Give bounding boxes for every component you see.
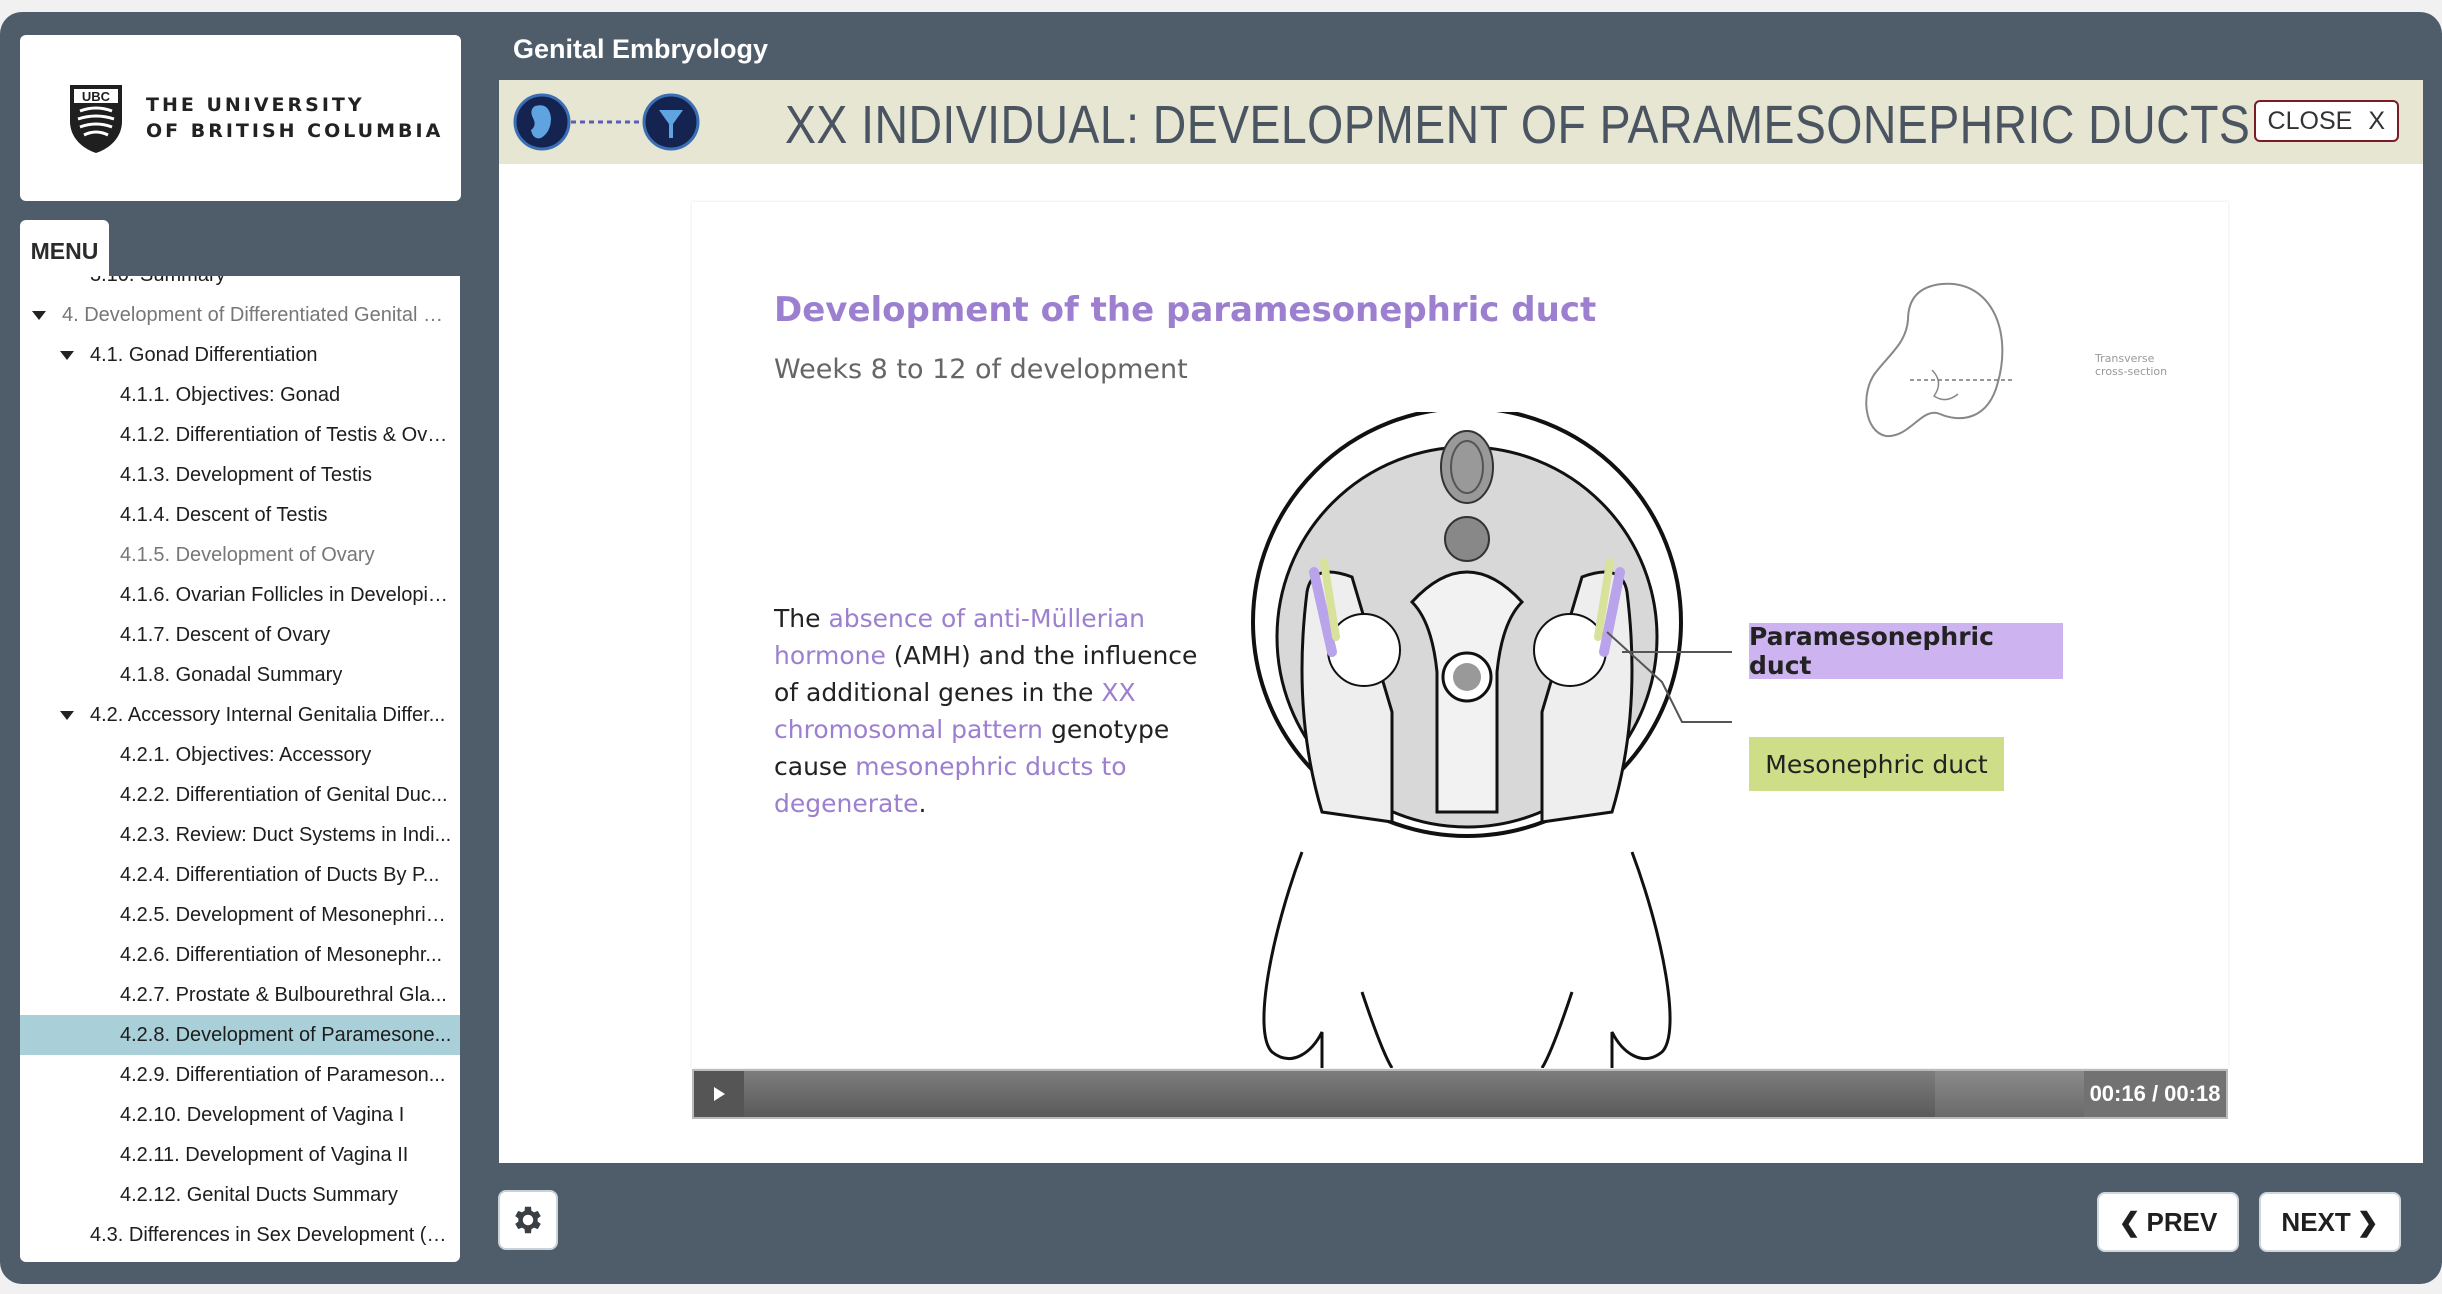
menu-item-label: 4.1.5. Development of Ovary (120, 543, 375, 566)
menu-item-label: 4.1.4. Descent of Testis (120, 503, 328, 526)
menu-item[interactable]: 4.2.5. Development of Mesonephric... (20, 895, 460, 935)
university-wordmark: THE UNIVERSITY OF BRITISH COLUMBIA (146, 92, 443, 144)
menu-item[interactable]: 4.2.7. Prostate & Bulbourethral Gla... (20, 975, 460, 1015)
menu-item[interactable]: 4.2.2. Differentiation of Genital Duc... (20, 775, 460, 815)
menu-item-label: 4.1.8. Gonadal Summary (120, 663, 343, 686)
course-title: Genital Embryology (513, 34, 769, 64)
menu-item[interactable]: 4.1.2. Differentiation of Testis & Ovary (20, 415, 460, 455)
label-paramesonephric-duct: Paramesonephric duct (1749, 622, 2063, 680)
menu-panel[interactable]: 3.10. Summary 4. Development of Different… (20, 276, 460, 1262)
menu-item[interactable]: 4. Development of Differentiated Genital… (20, 295, 460, 335)
menu-item[interactable]: 4.1.4. Descent of Testis (20, 495, 460, 535)
prev-button[interactable]: ❮ PREV (2097, 1192, 2239, 1252)
menu-item-label: 4.1.1. Objectives: Gonad (120, 383, 341, 406)
transverse-caption: Transverse cross-section (2095, 352, 2167, 378)
close-label: CLOSE (2267, 106, 2353, 135)
caption-line1: Transverse (2095, 352, 2155, 365)
menu-item[interactable]: 4.2.6. Differentiation of Mesonephr... (20, 935, 460, 975)
time-display: 00:16 / 00:18 (2089, 1081, 2221, 1106)
menu-item[interactable]: 4.1.5. Development of Ovary (20, 535, 460, 575)
slide: Development of the paramesonephric duct … (692, 202, 2228, 1068)
gear-icon (515, 1206, 541, 1234)
menu-item-label: 4.2.11. Development of Vagina II (120, 1143, 409, 1166)
university-line2: OF BRITISH COLUMBIA (146, 120, 444, 142)
seek-bar-progress (744, 1071, 1936, 1117)
menu-item[interactable]: 4.2.9. Differentiation of Parameson... (20, 1055, 460, 1095)
menu-item-label: 4.2.5. Development of Mesonephric... (120, 903, 452, 926)
menu-item[interactable]: 4.2.1. Objectives: Accessory (20, 735, 460, 775)
menu-item-label: 4.2.3. Review: Duct Systems in Indi... (120, 823, 452, 846)
paragraph-text: . (918, 789, 927, 818)
menu-item-label: 4.2.9. Differentiation of Parameson... (120, 1063, 446, 1086)
caret-down-icon[interactable] (60, 710, 74, 720)
menu-item-label: 4.2.6. Differentiation of Mesonephr... (120, 943, 443, 966)
seek-bar[interactable] (744, 1071, 2084, 1117)
prev-label: PREV (2146, 1206, 2218, 1237)
menu-list: 3.10. Summary 4. Development of Different… (20, 276, 460, 1255)
menu-item-label: 4.2.7. Prostate & Bulbourethral Gla... (120, 983, 447, 1006)
title-bar: XX INDIVIDUAL: DEVELOPMENT OF PARAMESONE… (499, 80, 2423, 164)
slide-paragraph: The absence of anti-Müllerian hormone (A… (774, 600, 1204, 822)
play-icon (714, 1087, 725, 1101)
caret-down-icon[interactable] (60, 350, 74, 360)
chevron-left-icon: ❮ (2118, 1206, 2141, 1237)
menu-item-label: 4.2.8. Development of Paramesone... (120, 1023, 452, 1046)
next-label: NEXT (2281, 1206, 2351, 1237)
menu-item[interactable]: 4.2.3. Review: Duct Systems in Indi... (20, 815, 460, 855)
menu-item[interactable]: 4.2.12. Genital Ducts Summary (20, 1175, 460, 1215)
menu-item-label: 4.3. Differences in Sex Development (D..… (90, 1223, 452, 1246)
menu-tab[interactable]: MENU (20, 220, 109, 278)
label-mesonephric-duct: Mesonephric duct (1749, 737, 2004, 791)
menu-item-label: 4.2.4. Differentiation of Ducts By P... (120, 863, 440, 886)
menu-item[interactable]: 4.1.3. Development of Testis (20, 455, 460, 495)
close-icon: X (2368, 106, 2385, 135)
menu-item-label: 4.2. Accessory Internal Genitalia Differ… (90, 703, 446, 726)
play-button[interactable] (694, 1071, 744, 1117)
menu-item-label: 4.1.2. Differentiation of Testis & Ovary (120, 423, 452, 446)
menu-item-label: 4.1.3. Development of Testis (120, 463, 372, 486)
menu-item[interactable]: 4.2.4. Differentiation of Ducts By P... (20, 855, 460, 895)
close-button[interactable]: CLOSE X (2253, 100, 2399, 142)
chevron-right-icon: ❯ (2356, 1206, 2379, 1237)
menu-item-label: 4.1.6. Ovarian Follicles in Developin... (120, 583, 452, 606)
menu-item[interactable]: 3.10. Summary (20, 276, 460, 295)
menu-item[interactable]: 4.1.1. Objectives: Gonad (20, 375, 460, 415)
slide-title: Development of the paramesonephric duct (774, 290, 1597, 330)
page-heading: XX INDIVIDUAL: DEVELOPMENT OF PARAMESONE… (785, 95, 2251, 155)
progress-icons (513, 93, 700, 151)
university-logo: UBC THE UNIVERSITY OF BRITISH COLUMBIA (20, 35, 461, 201)
settings-button[interactable] (498, 1190, 558, 1250)
menu-item[interactable]: 4.1. Gonad Differentiation (20, 335, 460, 375)
cross-section-illustration (1251, 412, 1732, 1068)
menu-item[interactable]: 4.2.8. Development of Paramesone... (20, 1015, 460, 1055)
next-button[interactable]: NEXT ❯ (2259, 1192, 2401, 1252)
university-line1: THE UNIVERSITY (146, 94, 365, 116)
menu-item-label: 3.10. Summary (90, 276, 226, 287)
slide-subtitle: Weeks 8 to 12 of development (774, 354, 1188, 385)
menu-item[interactable]: 4.2.11. Development of Vagina II (20, 1135, 460, 1175)
menu-item[interactable]: 4.1.8. Gonadal Summary (20, 655, 460, 695)
paragraph-text: The (774, 604, 829, 633)
menu-item-label: 4.2.12. Genital Ducts Summary (120, 1183, 398, 1206)
media-controls: 00:16 / 00:18 (692, 1069, 2228, 1119)
caption-line2: cross-section (2095, 365, 2168, 378)
menu-item-label: 4.2.10. Development of Vagina I (120, 1103, 405, 1126)
embryo-sketch (1865, 282, 2012, 438)
svg-text:UBC: UBC (82, 89, 111, 104)
menu-item[interactable]: 4.3. Differences in Sex Development (D..… (20, 1215, 460, 1255)
ubc-crest-icon: UBC (70, 85, 122, 153)
menu-item-label: 4.1.7. Descent of Ovary (120, 623, 331, 646)
menu-item[interactable]: 4.2.10. Development of Vagina I (20, 1095, 460, 1135)
menu-item-label: 4.2.1. Objectives: Accessory (120, 743, 372, 766)
content-area: Development of the paramesonephric duct … (499, 164, 2423, 1163)
caret-down-icon[interactable] (32, 310, 46, 320)
menu-item-label: 4.2.2. Differentiation of Genital Duc... (120, 783, 448, 806)
menu-item[interactable]: 4.2. Accessory Internal Genitalia Differ… (20, 695, 460, 735)
menu-item[interactable]: 4.1.7. Descent of Ovary (20, 615, 460, 655)
menu-item-label: 4.1. Gonad Differentiation (90, 343, 318, 366)
menu-item[interactable]: 4.1.6. Ovarian Follicles in Developin... (20, 575, 460, 615)
menu-item-label: 4. Development of Differentiated Genital… (62, 303, 452, 326)
